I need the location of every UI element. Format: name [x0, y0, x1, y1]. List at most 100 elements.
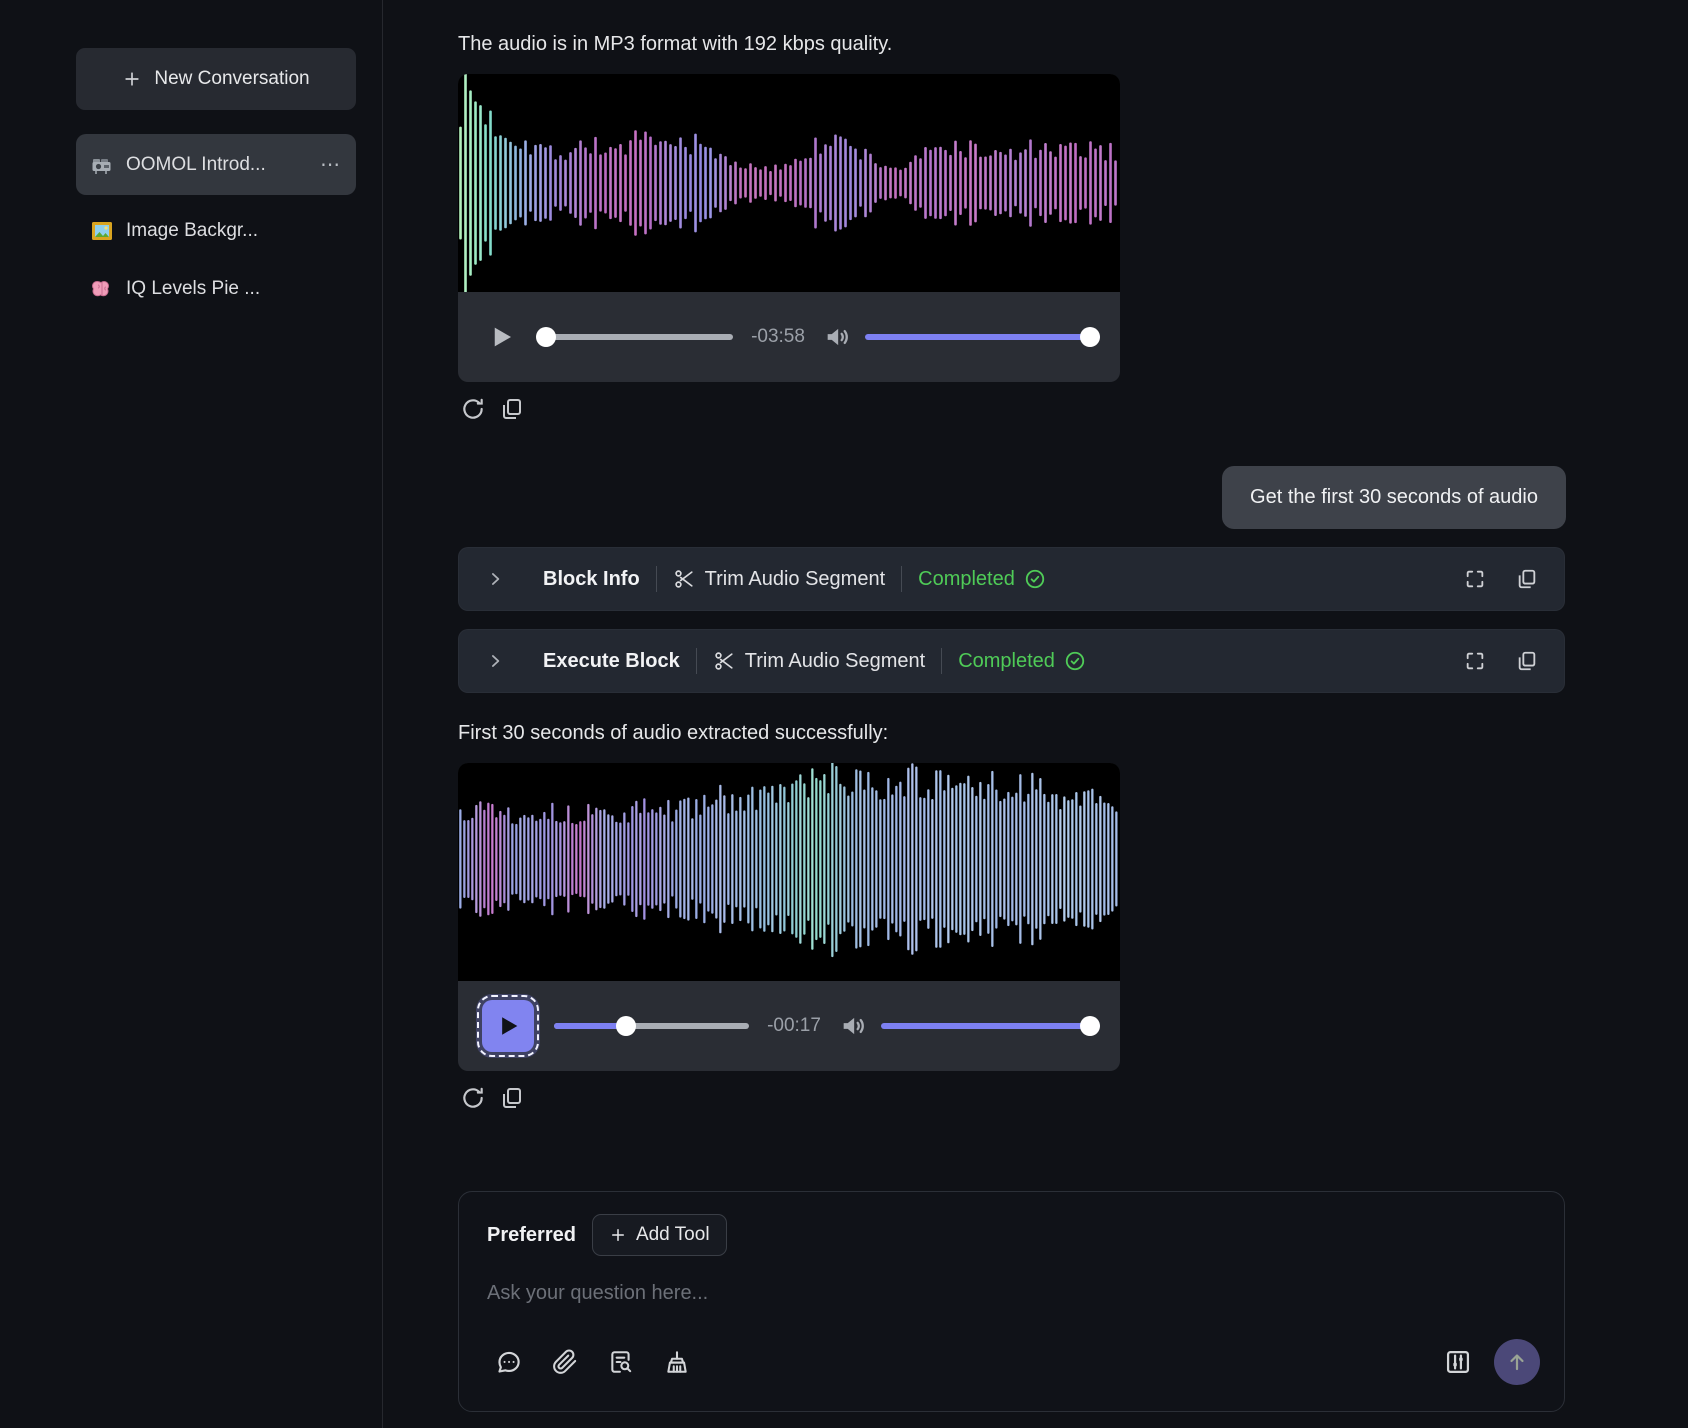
sidebar-item-label: Image Backgr... — [126, 220, 258, 242]
waveform-display-2 — [458, 763, 1120, 981]
block-actions — [1464, 568, 1538, 590]
arrow-up-icon — [1505, 1350, 1529, 1374]
speaker-icon — [823, 323, 851, 351]
assistant-message: The audio is in MP3 format with 192 kbps… — [458, 30, 1566, 58]
tool-label: Trim Audio Segment — [713, 650, 925, 673]
fullscreen-button[interactable] — [1464, 568, 1486, 590]
divider — [696, 648, 697, 674]
volume-thumb[interactable] — [1080, 327, 1100, 347]
speaker-icon — [839, 1012, 867, 1040]
attach-file-button[interactable] — [552, 1349, 578, 1375]
add-tool-button[interactable]: Add Tool — [592, 1214, 727, 1256]
regenerate-button[interactable] — [460, 396, 486, 422]
seek-thumb[interactable] — [536, 327, 556, 347]
tool-block-execute[interactable]: Execute Block Trim Audio Segment Complet… — [458, 629, 1565, 693]
copy-icon — [1516, 650, 1538, 672]
regenerate-button[interactable] — [460, 1085, 486, 1111]
expand-chevron-icon[interactable] — [485, 651, 505, 671]
composer-right-icons — [1444, 1339, 1540, 1385]
question-input[interactable] — [487, 1282, 1540, 1305]
refresh-icon — [460, 396, 486, 422]
copy-button[interactable] — [1516, 650, 1538, 672]
mute-button[interactable] — [839, 1012, 867, 1040]
audio-player-2: -00:17 — [458, 763, 1120, 1071]
check-circle-icon — [1064, 650, 1086, 672]
composer-left-icons — [495, 1349, 690, 1376]
model-settings-button[interactable] — [1444, 1348, 1472, 1376]
block-title: Block Info — [543, 568, 640, 591]
framed-picture-icon — [90, 219, 114, 243]
volume-track[interactable] — [865, 334, 1100, 340]
tool-block-info[interactable]: Block Info Trim Audio Segment Completed — [458, 547, 1565, 611]
audio-controls-2: -00:17 — [458, 981, 1120, 1071]
conversation-menu-icon[interactable]: ⋯ — [320, 152, 342, 177]
divider — [941, 648, 942, 674]
audio-player-1: -03:58 — [458, 74, 1120, 382]
play-button-focused[interactable] — [482, 1000, 534, 1052]
message-actions — [460, 1085, 1566, 1111]
seek-track[interactable] — [538, 334, 733, 340]
sidebar-item-oomol-introduction[interactable]: OOMOL Introd... ⋯ — [76, 134, 356, 195]
seek-slider[interactable] — [538, 327, 733, 347]
tool-label: Trim Audio Segment — [673, 568, 885, 591]
play-button[interactable] — [478, 314, 524, 360]
audio-controls-1: -03:58 — [458, 292, 1120, 382]
copy-button[interactable] — [500, 1086, 524, 1110]
app-window: New Conversation OOMOL Introd... ⋯ — [0, 0, 1688, 1428]
sidebar-item-iq-levels-pie[interactable]: IQ Levels Pie ... — [76, 267, 356, 311]
check-circle-icon — [1024, 568, 1046, 590]
paperclip-icon — [552, 1349, 578, 1375]
send-button[interactable] — [1494, 1339, 1540, 1385]
plus-icon — [122, 69, 142, 89]
search-context-button[interactable] — [608, 1349, 634, 1375]
copy-icon — [500, 397, 524, 421]
block-title: Execute Block — [543, 650, 680, 673]
refresh-icon — [460, 1085, 486, 1111]
waveform-display-1 — [458, 74, 1120, 292]
film-projector-icon — [90, 153, 114, 177]
copy-button[interactable] — [500, 397, 524, 421]
play-icon — [494, 1012, 522, 1040]
volume-slider[interactable] — [881, 1016, 1100, 1036]
remaining-time: -03:58 — [747, 326, 809, 348]
assistant-message: First 30 seconds of audio extracted succ… — [458, 719, 1566, 747]
mute-button[interactable] — [823, 323, 851, 351]
fullscreen-icon — [1464, 568, 1486, 590]
sidebar-item-image-background[interactable]: Image Backgr... — [76, 209, 356, 253]
message-actions — [460, 396, 1566, 422]
expand-chevron-icon[interactable] — [485, 569, 505, 589]
chat-mode-button[interactable] — [495, 1349, 522, 1376]
clear-context-button[interactable] — [664, 1349, 690, 1375]
status-badge: Completed — [958, 650, 1086, 673]
seek-slider[interactable] — [554, 1016, 749, 1036]
sidebar-item-label: OOMOL Introd... — [126, 154, 266, 176]
composer-bottom-bar — [487, 1339, 1540, 1385]
sidebar: New Conversation OOMOL Introd... ⋯ — [0, 0, 383, 1428]
block-actions — [1464, 650, 1538, 672]
volume-slider[interactable] — [865, 327, 1100, 347]
composer: Preferred Add Tool — [458, 1191, 1565, 1412]
user-message-row: Get the first 30 seconds of audio — [458, 466, 1566, 529]
divider — [656, 566, 657, 592]
scissors-icon — [673, 568, 695, 590]
user-message-bubble: Get the first 30 seconds of audio — [1222, 466, 1566, 529]
broom-icon — [664, 1349, 690, 1375]
fullscreen-icon — [1464, 650, 1486, 672]
speech-bubble-icon — [495, 1349, 522, 1376]
fullscreen-button[interactable] — [1464, 650, 1486, 672]
play-icon — [486, 322, 516, 352]
scissors-icon — [713, 650, 735, 672]
file-search-icon — [608, 1349, 634, 1375]
new-conversation-label: New Conversation — [154, 68, 309, 90]
new-conversation-button[interactable]: New Conversation — [76, 48, 356, 110]
copy-button[interactable] — [1516, 568, 1538, 590]
brain-icon — [90, 277, 114, 301]
volume-track[interactable] — [881, 1023, 1100, 1029]
status-badge: Completed — [918, 568, 1046, 591]
divider — [901, 566, 902, 592]
sidebar-item-label: IQ Levels Pie ... — [126, 278, 260, 300]
volume-thumb[interactable] — [1080, 1016, 1100, 1036]
plus-icon — [609, 1226, 627, 1244]
seek-thumb[interactable] — [616, 1016, 636, 1036]
chat-panel: The audio is in MP3 format with 192 kbps… — [383, 0, 1688, 1428]
